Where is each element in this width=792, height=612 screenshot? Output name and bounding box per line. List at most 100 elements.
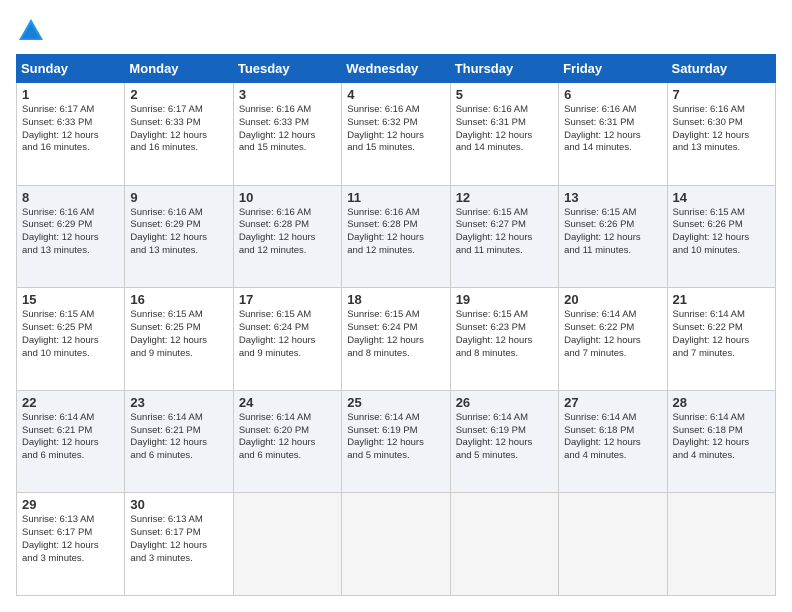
day-number: 12: [456, 190, 553, 205]
calendar-empty-cell: [450, 493, 558, 596]
day-info: Sunrise: 6:17 AM Sunset: 6:33 PM Dayligh…: [130, 104, 227, 155]
calendar-day-cell: 12 Sunrise: 6:15 AM Sunset: 6:27 PM Dayl…: [450, 185, 558, 288]
day-info: Sunrise: 6:17 AM Sunset: 6:33 PM Dayligh…: [22, 104, 119, 155]
calendar-day-cell: 28 Sunrise: 6:14 AM Sunset: 6:18 PM Dayl…: [667, 390, 775, 493]
day-number: 13: [564, 190, 661, 205]
day-number: 3: [239, 87, 336, 102]
day-header-friday: Friday: [559, 55, 667, 83]
day-info: Sunrise: 6:15 AM Sunset: 6:27 PM Dayligh…: [456, 207, 553, 258]
calendar-week-row: 15 Sunrise: 6:15 AM Sunset: 6:25 PM Dayl…: [17, 288, 776, 391]
day-number: 7: [673, 87, 770, 102]
calendar-week-row: 1 Sunrise: 6:17 AM Sunset: 6:33 PM Dayli…: [17, 83, 776, 186]
day-info: Sunrise: 6:15 AM Sunset: 6:24 PM Dayligh…: [347, 309, 444, 360]
day-header-saturday: Saturday: [667, 55, 775, 83]
day-header-wednesday: Wednesday: [342, 55, 450, 83]
logo: [16, 16, 50, 46]
day-info: Sunrise: 6:15 AM Sunset: 6:26 PM Dayligh…: [564, 207, 661, 258]
day-number: 22: [22, 395, 119, 410]
day-number: 27: [564, 395, 661, 410]
calendar-day-cell: 13 Sunrise: 6:15 AM Sunset: 6:26 PM Dayl…: [559, 185, 667, 288]
calendar-day-cell: 4 Sunrise: 6:16 AM Sunset: 6:32 PM Dayli…: [342, 83, 450, 186]
calendar-day-cell: 19 Sunrise: 6:15 AM Sunset: 6:23 PM Dayl…: [450, 288, 558, 391]
calendar-day-cell: 3 Sunrise: 6:16 AM Sunset: 6:33 PM Dayli…: [233, 83, 341, 186]
day-number: 2: [130, 87, 227, 102]
day-number: 14: [673, 190, 770, 205]
calendar-day-cell: 20 Sunrise: 6:14 AM Sunset: 6:22 PM Dayl…: [559, 288, 667, 391]
day-info: Sunrise: 6:15 AM Sunset: 6:24 PM Dayligh…: [239, 309, 336, 360]
day-number: 26: [456, 395, 553, 410]
day-number: 21: [673, 292, 770, 307]
day-number: 6: [564, 87, 661, 102]
logo-icon: [16, 16, 46, 46]
day-info: Sunrise: 6:13 AM Sunset: 6:17 PM Dayligh…: [130, 514, 227, 565]
calendar-day-cell: 11 Sunrise: 6:16 AM Sunset: 6:28 PM Dayl…: [342, 185, 450, 288]
day-number: 28: [673, 395, 770, 410]
day-number: 5: [456, 87, 553, 102]
day-info: Sunrise: 6:14 AM Sunset: 6:22 PM Dayligh…: [564, 309, 661, 360]
day-number: 23: [130, 395, 227, 410]
calendar-empty-cell: [667, 493, 775, 596]
calendar-day-cell: 15 Sunrise: 6:15 AM Sunset: 6:25 PM Dayl…: [17, 288, 125, 391]
day-header-tuesday: Tuesday: [233, 55, 341, 83]
day-number: 25: [347, 395, 444, 410]
calendar-day-cell: 27 Sunrise: 6:14 AM Sunset: 6:18 PM Dayl…: [559, 390, 667, 493]
calendar-day-cell: 5 Sunrise: 6:16 AM Sunset: 6:31 PM Dayli…: [450, 83, 558, 186]
calendar-day-cell: 30 Sunrise: 6:13 AM Sunset: 6:17 PM Dayl…: [125, 493, 233, 596]
day-number: 16: [130, 292, 227, 307]
day-info: Sunrise: 6:16 AM Sunset: 6:33 PM Dayligh…: [239, 104, 336, 155]
day-info: Sunrise: 6:14 AM Sunset: 6:18 PM Dayligh…: [673, 412, 770, 463]
calendar-day-cell: 21 Sunrise: 6:14 AM Sunset: 6:22 PM Dayl…: [667, 288, 775, 391]
day-info: Sunrise: 6:16 AM Sunset: 6:32 PM Dayligh…: [347, 104, 444, 155]
day-number: 20: [564, 292, 661, 307]
day-number: 29: [22, 497, 119, 512]
calendar-day-cell: 14 Sunrise: 6:15 AM Sunset: 6:26 PM Dayl…: [667, 185, 775, 288]
calendar-empty-cell: [342, 493, 450, 596]
calendar-week-row: 29 Sunrise: 6:13 AM Sunset: 6:17 PM Dayl…: [17, 493, 776, 596]
day-header-sunday: Sunday: [17, 55, 125, 83]
calendar-day-cell: 1 Sunrise: 6:17 AM Sunset: 6:33 PM Dayli…: [17, 83, 125, 186]
calendar-week-row: 22 Sunrise: 6:14 AM Sunset: 6:21 PM Dayl…: [17, 390, 776, 493]
day-number: 24: [239, 395, 336, 410]
day-info: Sunrise: 6:16 AM Sunset: 6:31 PM Dayligh…: [456, 104, 553, 155]
calendar-day-cell: 6 Sunrise: 6:16 AM Sunset: 6:31 PM Dayli…: [559, 83, 667, 186]
day-info: Sunrise: 6:16 AM Sunset: 6:29 PM Dayligh…: [22, 207, 119, 258]
day-number: 4: [347, 87, 444, 102]
calendar-day-cell: 16 Sunrise: 6:15 AM Sunset: 6:25 PM Dayl…: [125, 288, 233, 391]
day-info: Sunrise: 6:14 AM Sunset: 6:18 PM Dayligh…: [564, 412, 661, 463]
calendar-week-row: 8 Sunrise: 6:16 AM Sunset: 6:29 PM Dayli…: [17, 185, 776, 288]
day-number: 15: [22, 292, 119, 307]
day-info: Sunrise: 6:14 AM Sunset: 6:21 PM Dayligh…: [22, 412, 119, 463]
day-header-thursday: Thursday: [450, 55, 558, 83]
day-info: Sunrise: 6:15 AM Sunset: 6:25 PM Dayligh…: [130, 309, 227, 360]
calendar-day-cell: 17 Sunrise: 6:15 AM Sunset: 6:24 PM Dayl…: [233, 288, 341, 391]
day-number: 1: [22, 87, 119, 102]
calendar-day-cell: 18 Sunrise: 6:15 AM Sunset: 6:24 PM Dayl…: [342, 288, 450, 391]
calendar-day-cell: 7 Sunrise: 6:16 AM Sunset: 6:30 PM Dayli…: [667, 83, 775, 186]
calendar-day-cell: 10 Sunrise: 6:16 AM Sunset: 6:28 PM Dayl…: [233, 185, 341, 288]
page: SundayMondayTuesdayWednesdayThursdayFrid…: [0, 0, 792, 612]
day-info: Sunrise: 6:14 AM Sunset: 6:21 PM Dayligh…: [130, 412, 227, 463]
day-info: Sunrise: 6:16 AM Sunset: 6:29 PM Dayligh…: [130, 207, 227, 258]
calendar-day-cell: 29 Sunrise: 6:13 AM Sunset: 6:17 PM Dayl…: [17, 493, 125, 596]
calendar-day-cell: 23 Sunrise: 6:14 AM Sunset: 6:21 PM Dayl…: [125, 390, 233, 493]
day-number: 11: [347, 190, 444, 205]
day-header-monday: Monday: [125, 55, 233, 83]
day-number: 19: [456, 292, 553, 307]
calendar-day-cell: 22 Sunrise: 6:14 AM Sunset: 6:21 PM Dayl…: [17, 390, 125, 493]
header: [16, 16, 776, 46]
calendar-day-cell: 24 Sunrise: 6:14 AM Sunset: 6:20 PM Dayl…: [233, 390, 341, 493]
calendar-day-cell: 9 Sunrise: 6:16 AM Sunset: 6:29 PM Dayli…: [125, 185, 233, 288]
calendar-header-row: SundayMondayTuesdayWednesdayThursdayFrid…: [17, 55, 776, 83]
day-info: Sunrise: 6:14 AM Sunset: 6:22 PM Dayligh…: [673, 309, 770, 360]
day-number: 8: [22, 190, 119, 205]
day-info: Sunrise: 6:16 AM Sunset: 6:31 PM Dayligh…: [564, 104, 661, 155]
day-info: Sunrise: 6:16 AM Sunset: 6:30 PM Dayligh…: [673, 104, 770, 155]
day-info: Sunrise: 6:16 AM Sunset: 6:28 PM Dayligh…: [239, 207, 336, 258]
calendar-day-cell: 8 Sunrise: 6:16 AM Sunset: 6:29 PM Dayli…: [17, 185, 125, 288]
calendar-day-cell: 25 Sunrise: 6:14 AM Sunset: 6:19 PM Dayl…: [342, 390, 450, 493]
day-info: Sunrise: 6:14 AM Sunset: 6:19 PM Dayligh…: [456, 412, 553, 463]
day-info: Sunrise: 6:14 AM Sunset: 6:19 PM Dayligh…: [347, 412, 444, 463]
calendar-day-cell: 26 Sunrise: 6:14 AM Sunset: 6:19 PM Dayl…: [450, 390, 558, 493]
day-info: Sunrise: 6:14 AM Sunset: 6:20 PM Dayligh…: [239, 412, 336, 463]
day-number: 30: [130, 497, 227, 512]
